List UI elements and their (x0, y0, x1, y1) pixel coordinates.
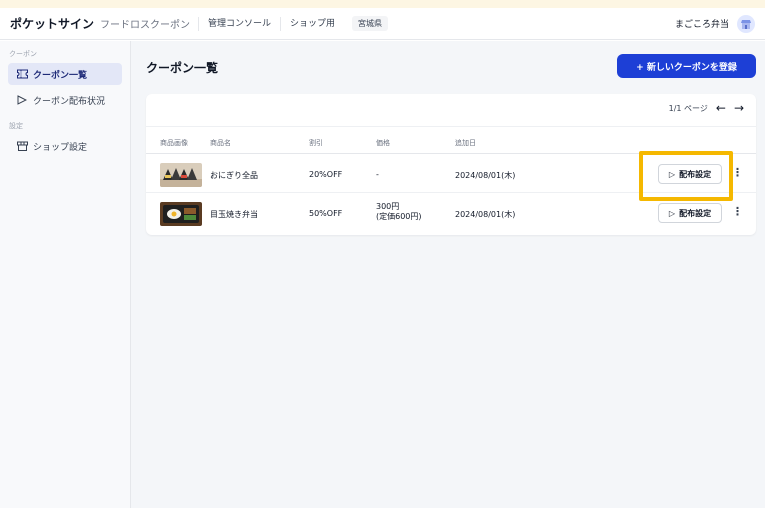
header-account: まごころ弁当 (675, 14, 755, 33)
sidebar-item-coupon-distribution[interactable]: クーポン配布状況 (8, 89, 122, 111)
sidebar-item-label: ショップ設定 (33, 142, 88, 153)
new-coupon-button[interactable]: + 新しいクーポンを登録 (617, 54, 756, 78)
col-name: 商品名 (210, 139, 231, 147)
prev-page-arrow-icon[interactable]: ← (716, 101, 726, 115)
distribution-settings-button[interactable]: ▷ 配布設定 (658, 203, 722, 223)
top-banner-strip (0, 0, 765, 8)
brand-logo[interactable]: ポケットサイン (10, 15, 94, 32)
sidebar: クーポン クーポン一覧 クーポン配布状況 設定 ショップ設定 (0, 41, 131, 508)
added-date: 2024/08/01(木) (455, 210, 516, 219)
page-title: クーポン一覧 (146, 61, 219, 75)
distribution-settings-button[interactable]: ▷ 配布設定 (658, 164, 722, 184)
more-options-icon[interactable]: ⋮ (732, 166, 743, 179)
send-icon (16, 94, 28, 106)
price-block: 300円 (定価600円) (376, 202, 422, 222)
col-image: 商品画像 (160, 139, 188, 147)
sidebar-item-label: クーポン一覧 (33, 70, 88, 81)
col-price: 価格 (376, 139, 390, 147)
shop-name[interactable]: まごころ弁当 (675, 17, 729, 30)
table-header: 商品画像 商品名 割引 価格 追加日 (146, 126, 756, 154)
nav-admin-console[interactable]: 管理コンソール (198, 16, 280, 31)
sidebar-section-coupon: クーポン (9, 50, 37, 58)
coupon-table-card: 1/1 ページ ← → 商品画像 商品名 割引 価格 追加日 おにぎり全品 20… (146, 94, 756, 235)
list-price: (定価600円) (376, 212, 422, 221)
added-date: 2024/08/01(木) (455, 171, 516, 180)
distribution-settings-label: 配布設定 (679, 169, 712, 179)
nav-shop[interactable]: ショップ用 (280, 16, 344, 31)
product-image-onigiri (160, 163, 202, 187)
sidebar-section-settings: 設定 (9, 122, 23, 130)
brand-subtitle: フードロスクーポン (100, 20, 191, 31)
shop-avatar-icon[interactable] (737, 14, 755, 33)
sidebar-item-shop-settings[interactable]: ショップ設定 (8, 135, 122, 157)
discount-value: 20%OFF (309, 170, 343, 179)
sidebar-item-label: クーポン配布状況 (33, 96, 106, 107)
ticket-icon (16, 68, 28, 80)
play-icon: ▷ (668, 208, 676, 218)
product-name: おにぎり全品 (210, 171, 258, 180)
table-row: 目玉焼き弁当 50%OFF 300円 (定価600円) 2024/08/01(木… (146, 194, 756, 232)
sidebar-item-coupon-list[interactable]: クーポン一覧 (8, 63, 122, 85)
col-discount: 割引 (309, 139, 323, 147)
pagination: 1/1 ページ ← → (669, 101, 744, 115)
table-row: おにぎり全品 20%OFF - 2024/08/01(木) ▷ 配布設定 ⋮ (146, 155, 756, 193)
store-icon (16, 140, 28, 152)
discount-value: 50%OFF (309, 209, 343, 218)
more-options-icon[interactable]: ⋮ (732, 205, 743, 218)
page-indicator: 1/1 ページ (668, 103, 708, 113)
product-name: 目玉焼き弁当 (210, 210, 258, 219)
next-page-arrow-icon[interactable]: → (734, 101, 744, 115)
product-image-bento (160, 202, 202, 226)
price-value: - (376, 170, 379, 179)
price-value: 300円 (376, 202, 400, 211)
play-icon: ▷ (668, 169, 676, 179)
main-content: クーポン一覧 + 新しいクーポンを登録 1/1 ページ ← → 商品画像 商品名… (131, 41, 765, 508)
distribution-settings-label: 配布設定 (679, 208, 712, 218)
col-date: 追加日 (455, 139, 476, 147)
prefecture-badge: 宮城県 (352, 16, 389, 31)
app-header: ポケットサイン フードロスクーポン 管理コンソール ショップ用 宮城県 まごころ… (0, 8, 765, 40)
